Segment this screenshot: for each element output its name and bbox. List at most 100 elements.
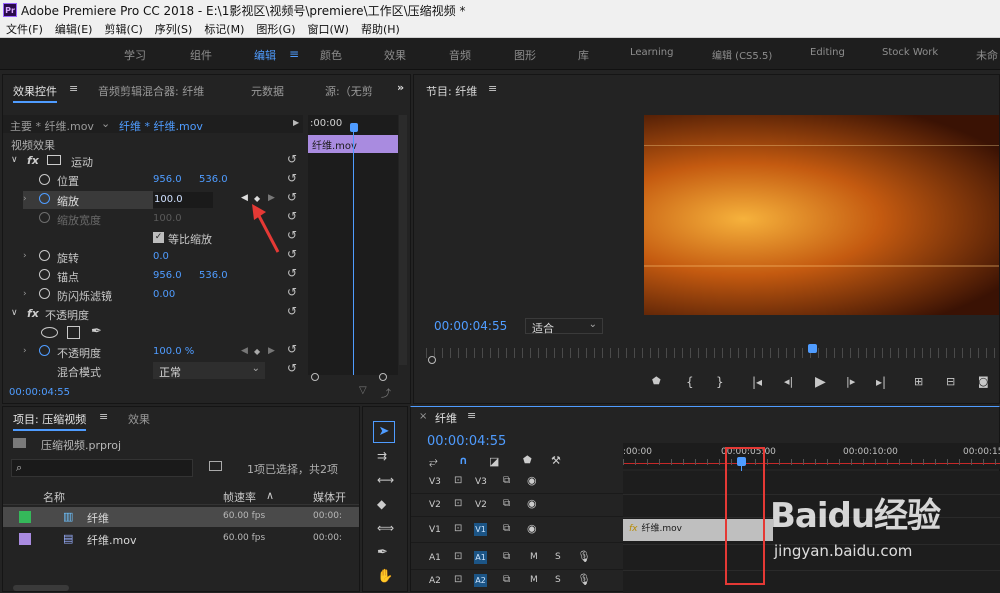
export-frame-icon[interactable]: ◙	[978, 375, 989, 388]
eye-icon[interactable]: ◉	[527, 474, 537, 487]
eye-icon[interactable]: ◉	[527, 497, 537, 510]
step-forward-icon[interactable]: |▸	[846, 375, 855, 388]
mute-button[interactable]: M	[530, 575, 538, 585]
microphone-icon[interactable]: 🎙	[577, 573, 591, 586]
master-clip-label[interactable]: 主要 * 纤维.mov	[10, 118, 94, 134]
workspace-effects[interactable]: 效果	[384, 47, 406, 63]
reset-scale-width-icon[interactable]: ↺	[287, 209, 297, 223]
column-framerate[interactable]: 帧速率	[223, 489, 256, 505]
reset-opacity-icon[interactable]: ↺	[287, 342, 297, 356]
reset-scale-icon[interactable]: ↺	[287, 190, 297, 204]
mark-in-icon[interactable]: {	[686, 375, 694, 389]
pen-mask-icon[interactable]: ✒	[91, 324, 102, 339]
workspace-editing[interactable]: 编辑	[254, 47, 276, 63]
track-source-patch[interactable]: V1	[429, 525, 441, 535]
zoom-handle-left-icon[interactable]	[311, 373, 319, 381]
razor-tool-icon[interactable]: ◆	[377, 497, 386, 511]
pen-tool-icon[interactable]: ✒	[377, 545, 388, 560]
project-scrollbar[interactable]	[13, 585, 69, 591]
project-item-row[interactable]: ▤ 纤维.mov 60.00 fps 00:00:	[3, 529, 359, 549]
reset-antiflicker-icon[interactable]: ↺	[287, 285, 297, 299]
ellipse-mask-icon[interactable]	[41, 327, 58, 338]
expand-antiflicker-icon[interactable]: ›	[23, 289, 27, 299]
zoom-handle-right-icon[interactable]	[379, 373, 387, 381]
lock-icon[interactable]: ⊡	[454, 523, 462, 534]
linked-selection-icon[interactable]: ◪	[489, 455, 499, 468]
filter-icon[interactable]: ▽	[359, 385, 367, 396]
collapse-motion-icon[interactable]: ∨	[11, 155, 18, 165]
marker-icon[interactable]: ⬟	[523, 455, 532, 466]
menu-edit[interactable]: 编辑(E)	[49, 21, 99, 37]
fx-icon[interactable]: fx	[27, 154, 39, 167]
menu-help[interactable]: 帮助(H)	[355, 21, 406, 37]
opacity-value[interactable]: 100.0 %	[153, 346, 194, 357]
program-timecode[interactable]: 00:00:04:55	[434, 319, 507, 333]
track-target[interactable]: V1	[474, 523, 487, 536]
opacity-next-keyframe-icon[interactable]: ▶	[268, 346, 275, 356]
menu-clip[interactable]: 剪辑(C)	[98, 21, 148, 37]
lock-icon[interactable]: ⊡	[454, 475, 462, 486]
track-source-patch[interactable]: A1	[429, 553, 441, 563]
fit-dropdown[interactable]: 适合 ⌄	[525, 318, 603, 335]
ripple-edit-tool-icon[interactable]: ⟷	[377, 473, 394, 487]
track-source-patch[interactable]: V3	[429, 477, 441, 487]
timeline-menu-icon[interactable]: ≡	[467, 409, 476, 422]
scale-stopwatch-icon[interactable]	[39, 193, 50, 207]
label-color-swatch[interactable]	[19, 533, 31, 545]
mute-button[interactable]: M	[530, 552, 538, 562]
uniform-scale-checkbox[interactable]: ✓	[153, 232, 164, 243]
selection-tool-icon[interactable]: ➤	[373, 421, 395, 443]
reset-motion-icon[interactable]: ↺	[287, 152, 297, 166]
sync-lock-icon[interactable]: ⧉	[503, 574, 510, 585]
tab-effect-controls[interactable]: 效果控件	[13, 83, 57, 103]
lock-icon[interactable]: ⊡	[454, 498, 462, 509]
tab-source[interactable]: 源:（无剪	[325, 83, 373, 99]
clip-label[interactable]: 纤维 * 纤维.mov	[119, 118, 203, 134]
workspace-cs55[interactable]: 编辑 (CS5.5)	[712, 47, 772, 62]
workspace-libraries[interactable]: 库	[578, 47, 589, 63]
close-timeline-icon[interactable]: ×	[419, 411, 427, 422]
solo-button[interactable]: S	[555, 575, 561, 585]
tab-metadata[interactable]: 元数据	[251, 83, 284, 99]
mark-out-icon[interactable]: }	[716, 375, 724, 389]
position-y-value[interactable]: 536.0	[199, 174, 228, 185]
step-back-icon[interactable]: ◂|	[784, 375, 793, 388]
sync-lock-icon[interactable]: ⧉	[503, 551, 510, 562]
track-target[interactable]: A2	[474, 574, 487, 587]
opacity-prev-keyframe-icon[interactable]: ◀	[241, 346, 248, 356]
ec-timeline[interactable]: :00:00 纤维.mov	[308, 115, 398, 375]
play-icon[interactable]: ▶	[293, 118, 299, 127]
slip-tool-icon[interactable]: ⟺	[377, 521, 394, 535]
track-select-tool-icon[interactable]: ⇉	[377, 449, 387, 463]
track-target[interactable]: V3	[475, 477, 487, 487]
tab-effects[interactable]: 效果	[128, 411, 150, 427]
track-target[interactable]: A1	[474, 551, 487, 564]
column-media-start[interactable]: 媒体开	[313, 489, 346, 505]
column-name[interactable]: 名称	[43, 489, 65, 505]
expand-rotation-icon[interactable]: ›	[23, 251, 27, 261]
item-name[interactable]: 纤维.mov	[87, 532, 136, 548]
sync-lock-icon[interactable]: ⧉	[503, 475, 510, 486]
collapse-opacity-icon[interactable]: ∨	[11, 308, 18, 318]
reset-anchor-icon[interactable]: ↺	[287, 266, 297, 280]
overflow-chevron-icon[interactable]: »	[397, 81, 404, 94]
workspace-audio[interactable]: 音频	[449, 47, 471, 63]
solo-button[interactable]: S	[555, 552, 561, 562]
item-name[interactable]: 纤维	[87, 510, 109, 526]
menu-window[interactable]: 窗口(W)	[302, 21, 355, 37]
ec-timecode[interactable]: 00:00:04:55	[9, 387, 70, 398]
panel-menu-icon[interactable]: ≡	[69, 82, 78, 95]
reset-blend-icon[interactable]: ↺	[287, 361, 297, 375]
project-search-input[interactable]: ⌕	[11, 459, 193, 477]
timeline-timecode[interactable]: 00:00:04:55	[427, 434, 506, 449]
rotation-value[interactable]: 0.0	[153, 251, 169, 262]
workspace-color[interactable]: 颜色	[320, 47, 342, 63]
prev-keyframe-icon[interactable]: ◀	[241, 193, 248, 203]
project-menu-icon[interactable]: ≡	[99, 410, 108, 423]
menu-marker[interactable]: 标记(M)	[198, 21, 250, 37]
antiflicker-stopwatch-icon[interactable]	[39, 288, 50, 302]
dropdown-arrow-icon[interactable]: ⌄	[101, 117, 110, 130]
ec-playhead-handle[interactable]	[350, 123, 358, 132]
expand-scale-icon[interactable]: ›	[23, 194, 27, 204]
reset-opacity-section-icon[interactable]: ↺	[287, 304, 297, 318]
